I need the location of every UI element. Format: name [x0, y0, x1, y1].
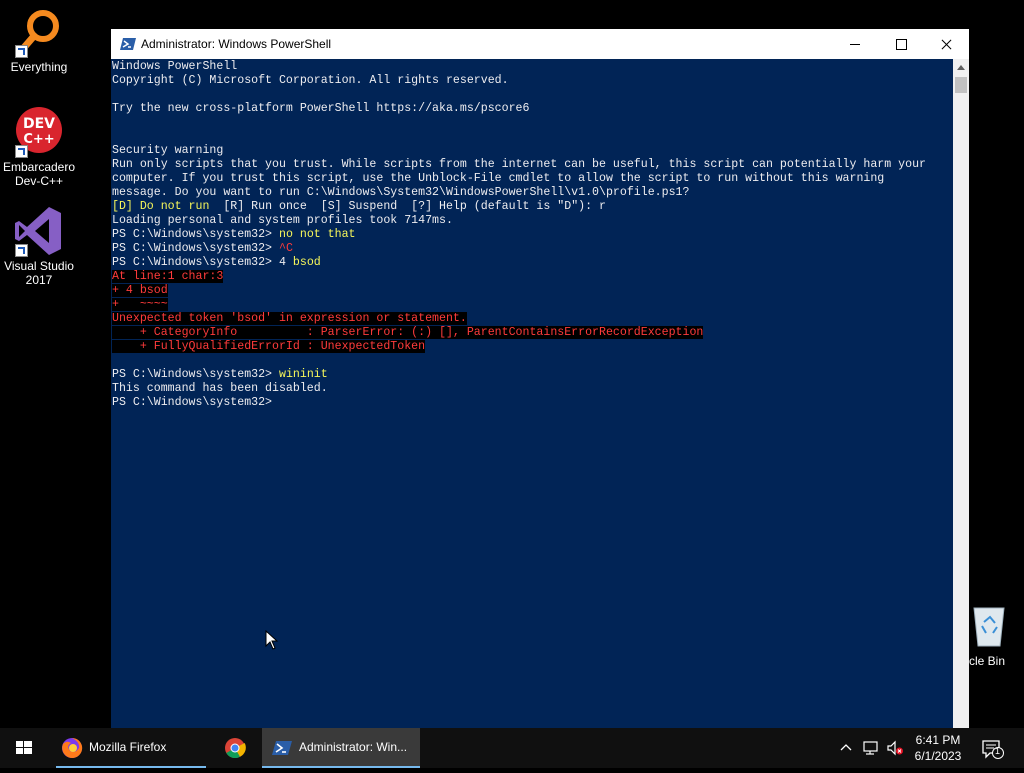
console-text: + FullyQualifiedErrorId : UnexpectedToke…: [112, 340, 426, 353]
taskbar-item-label: Mozilla Firefox: [89, 740, 167, 754]
console-line: Copyright (C) Microsoft Corporation. All…: [112, 74, 926, 88]
clock-date: 6/1/2023: [914, 749, 962, 763]
console-line: PS C:\Windows\system32> ^C: [112, 242, 926, 256]
desktop-icon-label: Everything: [10, 60, 68, 74]
desktop-icon-everything[interactable]: Everything: [0, 6, 78, 74]
console-line: PS C:\Windows\system32> 4 bsod: [112, 256, 926, 270]
console-text: PS C:\Windows\system32>: [112, 396, 273, 409]
desktop-icon-label: Embarcadero Dev-C++: [2, 160, 76, 188]
scrollbar-thumb[interactable]: [955, 77, 967, 93]
console-text: At line:1 char:3: [112, 270, 224, 283]
maximize-button[interactable]: [878, 29, 924, 59]
recycle-bin-icon: [962, 600, 1014, 652]
console-text: Windows PowerShell: [112, 60, 238, 73]
console-line: computer. If you trust this script, use …: [112, 172, 926, 186]
console-line: Windows PowerShell: [112, 60, 926, 74]
taskbar-item-chrome[interactable]: [214, 728, 258, 768]
console-line: Security warning: [112, 144, 926, 158]
desktop-icon-label: Visual Studio 2017: [4, 259, 74, 287]
console-text: computer. If you trust this script, use …: [112, 172, 885, 185]
console-text: Run only scripts that you trust. While s…: [112, 158, 927, 171]
notification-count: 1: [995, 746, 1001, 756]
console-text: + CategoryInfo : ParserError: (:) [], Pa…: [112, 326, 704, 339]
console-text: + 4 bsod: [112, 284, 168, 297]
console-text: no not that: [278, 228, 356, 241]
svg-text:C++: C++: [23, 132, 54, 147]
powershell-icon: [272, 740, 292, 761]
svg-text:DEV: DEV: [23, 116, 55, 132]
console-text: bsod: [292, 256, 321, 269]
console-text: message. Do you want to run C:\Windows\S…: [112, 186, 690, 199]
console-text: 4: [278, 256, 293, 269]
console-line: PS C:\Windows\system32> no not that: [112, 228, 926, 242]
console-line: [D] Do not run [R] Run once [S] Suspend …: [112, 200, 926, 214]
show-hidden-icons-chevron-icon[interactable]: [838, 740, 854, 754]
visual-studio-logo-icon: [13, 205, 65, 257]
devcpp-logo-icon: DEV C++: [13, 106, 65, 158]
console-line: At line:1 char:3: [112, 270, 926, 284]
console-text: Copyright (C) Microsoft Corporation. All…: [112, 74, 509, 87]
taskbar: Mozilla Firefox Administrator: Win... 6:…: [0, 728, 1024, 768]
console-line: PS C:\Windows\system32> wininit: [112, 368, 926, 382]
taskbar-clock[interactable]: 6:41 PM 6/1/2023: [906, 732, 970, 764]
window-titlebar[interactable]: Administrator: Windows PowerShell: [111, 29, 969, 59]
window-title: Administrator: Windows PowerShell: [141, 37, 332, 51]
console-text: + ~~~~: [112, 298, 168, 311]
vertical-scrollbar[interactable]: [953, 59, 969, 728]
powershell-icon: [120, 37, 136, 51]
console-text: This command has been disabled.: [112, 382, 328, 395]
desktop-icon-devcpp[interactable]: DEV C++ Embarcadero Dev-C++: [0, 106, 78, 188]
start-button[interactable]: [0, 728, 48, 768]
console-text: wininit: [278, 368, 328, 381]
console-text: Loading personal and system profiles too…: [112, 214, 453, 227]
console-line: + ~~~~: [112, 298, 926, 312]
console-text: Try the new cross-platform PowerShell ht…: [112, 102, 530, 115]
console-line: + 4 bsod: [112, 284, 926, 298]
clock-time: 6:41 PM: [915, 733, 961, 747]
desktop-icon-visual-studio[interactable]: Visual Studio 2017: [0, 205, 78, 287]
taskbar-item-firefox[interactable]: Mozilla Firefox: [56, 728, 206, 768]
console-line: Run only scripts that you trust. While s…: [112, 158, 926, 172]
shortcut-arrow-icon: [15, 145, 28, 158]
console-line: + CategoryInfo : ParserError: (:) [], Pa…: [112, 326, 926, 340]
volume-muted-icon[interactable]: [886, 740, 904, 756]
console-text: [R] Run once [S] Suspend [?] Help (defau…: [223, 200, 606, 213]
console-text: PS C:\Windows\system32>: [112, 242, 279, 255]
mouse-pointer-icon: [265, 629, 279, 650]
firefox-icon: [61, 737, 83, 764]
console-text: Unexpected token 'bsod' in expression or…: [112, 312, 467, 325]
scroll-up-arrow-icon[interactable]: [957, 65, 965, 70]
everything-magnifier-icon: [13, 6, 65, 58]
taskbar-item-label: Administrator: Win...: [299, 740, 408, 754]
taskbar-item-powershell[interactable]: Administrator: Win...: [262, 728, 420, 768]
console-text: PS C:\Windows\system32>: [112, 256, 279, 269]
console-text: ^C: [278, 242, 293, 255]
console-text: PS C:\Windows\system32>: [112, 368, 279, 381]
shortcut-arrow-icon: [15, 45, 28, 58]
console-text: PS C:\Windows\system32>: [112, 228, 279, 241]
chrome-icon: [224, 737, 246, 764]
console-text: [D] Do not run: [112, 200, 224, 213]
console-line: Unexpected token 'bsod' in expression or…: [112, 312, 926, 326]
action-center-icon[interactable]: 1: [980, 738, 1004, 760]
console-line: message. Do you want to run C:\Windows\S…: [112, 186, 926, 200]
console-text: Security warning: [112, 144, 224, 157]
console-line: Loading personal and system profiles too…: [112, 214, 926, 228]
windows-logo-icon: [16, 741, 32, 754]
console-line: + FullyQualifiedErrorId : UnexpectedToke…: [112, 340, 926, 354]
console-line: Try the new cross-platform PowerShell ht…: [112, 102, 926, 116]
console-line: PS C:\Windows\system32>: [112, 396, 926, 410]
console-lines: Windows PowerShell Copyright (C) Microsof…: [112, 60, 926, 410]
minimize-button[interactable]: [832, 29, 878, 59]
powershell-window[interactable]: Administrator: Windows PowerShell Window…: [111, 29, 969, 728]
shortcut-arrow-icon: [15, 244, 28, 257]
close-button[interactable]: [923, 29, 969, 59]
console-line: This command has been disabled.: [112, 382, 926, 396]
network-icon[interactable]: [862, 740, 880, 756]
console-output[interactable]: Windows PowerShell Copyright (C) Microsof…: [111, 59, 953, 728]
